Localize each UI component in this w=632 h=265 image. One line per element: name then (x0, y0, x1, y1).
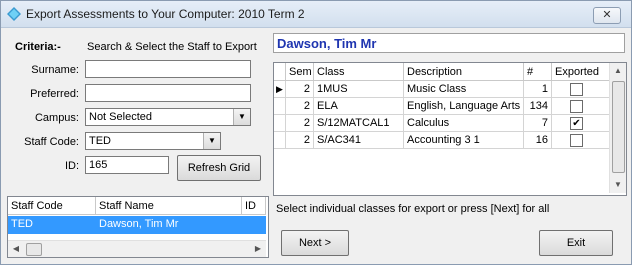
preferred-input[interactable] (85, 84, 251, 102)
preferred-label: Preferred: (30, 88, 79, 100)
scroll-thumb[interactable] (612, 81, 625, 173)
staff-code-value: TED (89, 135, 111, 147)
criteria-title: Criteria:- (15, 41, 61, 53)
class-row[interactable]: 2 ELA English, Language Arts 134 (274, 98, 610, 115)
exported-checkbox[interactable] (570, 83, 583, 96)
description-header[interactable]: Description (404, 63, 524, 81)
row-selector-header (274, 63, 286, 81)
surname-label: Surname: (31, 64, 79, 76)
status-text: Select individual classes for export or … (276, 203, 550, 215)
classes-panel: Dawson, Tim Mr Sem Class Description # E… (273, 33, 627, 263)
scroll-thumb[interactable] (26, 243, 42, 256)
class-row[interactable]: 2 S/12MATCAL1 Calculus 7 ✔ (274, 115, 610, 132)
app-diamond-icon (7, 7, 21, 21)
exported-checkbox[interactable]: ✔ (570, 117, 583, 130)
class-grid-vscrollbar[interactable]: ▲ ▼ (609, 63, 626, 193)
criteria-panel: Criteria:- Search & Select the Staff to … (7, 33, 269, 263)
id-input[interactable] (85, 156, 169, 174)
exported-cell (552, 81, 610, 98)
sem-cell: 2 (286, 132, 314, 149)
current-row-icon: ▶ (274, 81, 286, 98)
class-grid[interactable]: Sem Class Description # Exported ▶ 2 1MU… (273, 62, 627, 196)
staff-row[interactable]: TED Dawson, Tim Mr (8, 216, 266, 234)
class-cell: S/AC341 (314, 132, 404, 149)
exit-button[interactable]: Exit (539, 230, 613, 256)
title-bar[interactable]: Export Assessments to Your Computer: 201… (1, 1, 631, 28)
exported-cell (552, 98, 610, 115)
exported-cell (552, 132, 610, 149)
close-button[interactable]: ✕ (593, 7, 621, 24)
row-selector (274, 115, 286, 132)
sem-header[interactable]: Sem (286, 63, 314, 81)
surname-input[interactable] (85, 60, 251, 78)
chevron-down-icon[interactable]: ▼ (233, 109, 250, 125)
class-cell: S/12MATCAL1 (314, 115, 404, 132)
count-header[interactable]: # (524, 63, 552, 81)
sem-cell: 2 (286, 98, 314, 115)
staff-grid-hscrollbar[interactable]: ◀ ▶ (8, 240, 266, 257)
sem-cell: 2 (286, 81, 314, 98)
staff-name-cell: Dawson, Tim Mr (99, 218, 179, 230)
class-cell: ELA (314, 98, 404, 115)
campus-select[interactable]: Not Selected ▼ (85, 108, 251, 126)
id-label: ID: (64, 160, 79, 172)
class-cell: 1MUS (314, 81, 404, 98)
exported-checkbox[interactable] (570, 134, 583, 147)
staff-code-label: Staff Code: (24, 136, 79, 148)
count-cell: 134 (524, 98, 552, 115)
scroll-left-icon[interactable]: ◀ (8, 241, 24, 257)
count-cell: 1 (524, 81, 552, 98)
row-selector (274, 132, 286, 149)
exported-header[interactable]: Exported (552, 63, 610, 81)
chevron-down-icon[interactable]: ▼ (203, 133, 220, 149)
refresh-grid-button[interactable]: Refresh Grid (177, 155, 261, 181)
description-cell: English, Language Arts (404, 98, 524, 115)
scroll-down-icon[interactable]: ▼ (610, 177, 626, 193)
next-button[interactable]: Next > (281, 230, 349, 256)
description-cell: Calculus (404, 115, 524, 132)
scroll-up-icon[interactable]: ▲ (610, 63, 626, 79)
export-window: Export Assessments to Your Computer: 201… (0, 0, 632, 265)
sem-cell: 2 (286, 115, 314, 132)
campus-value: Not Selected (89, 111, 152, 123)
description-cell: Music Class (404, 81, 524, 98)
window-title: Export Assessments to Your Computer: 201… (26, 7, 305, 21)
count-cell: 16 (524, 132, 552, 149)
exported-cell: ✔ (552, 115, 610, 132)
staff-id-header[interactable]: ID (242, 197, 266, 215)
exported-checkbox[interactable] (570, 100, 583, 113)
staff-code-header[interactable]: Staff Code (8, 197, 96, 215)
row-selector (274, 98, 286, 115)
staff-code-cell: TED (11, 218, 33, 230)
class-row[interactable]: 2 S/AC341 Accounting 3 1 16 (274, 132, 610, 149)
teacher-name: Dawson, Tim Mr (273, 33, 625, 53)
description-cell: Accounting 3 1 (404, 132, 524, 149)
class-row[interactable]: ▶ 2 1MUS Music Class 1 (274, 81, 610, 98)
staff-grid[interactable]: Staff Code Staff Name ID TED Dawson, Tim… (7, 196, 269, 258)
staff-name-header[interactable]: Staff Name (96, 197, 242, 215)
scroll-right-icon[interactable]: ▶ (250, 241, 266, 257)
class-header[interactable]: Class (314, 63, 404, 81)
count-cell: 7 (524, 115, 552, 132)
staff-code-select[interactable]: TED ▼ (85, 132, 221, 150)
criteria-hint: Search & Select the Staff to Export (87, 41, 257, 53)
campus-label: Campus: (34, 112, 79, 124)
